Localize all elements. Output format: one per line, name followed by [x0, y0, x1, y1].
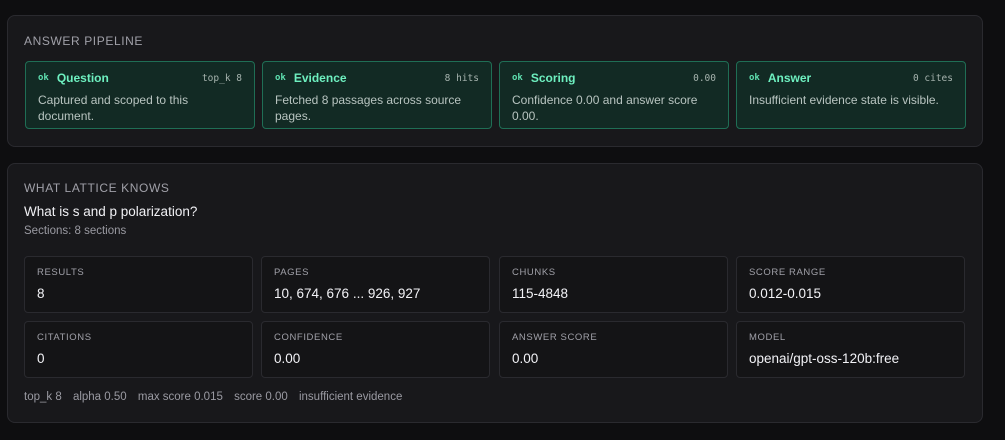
- stat-chunks: CHUNKS 115-4848: [499, 256, 728, 313]
- stat-value: openai/gpt-oss-120b:free: [749, 351, 900, 366]
- ok-status-icon: ok: [512, 73, 523, 83]
- stage-name: Answer: [767, 71, 812, 85]
- question-text: What is s and p polarization?: [24, 204, 198, 219]
- stat-value: 8: [37, 286, 45, 301]
- footer-alpha: alpha 0.50: [72, 391, 127, 403]
- stat-label: CITATIONS: [37, 332, 92, 343]
- pipeline-title: ANSWER PIPELINE: [24, 34, 144, 48]
- stage-scoring: ok Scoring 0.00 Confidence 0.00 and answ…: [499, 61, 729, 129]
- stat-model: MODEL openai/gpt-oss-120b:free: [736, 321, 965, 378]
- footer-status: insufficient evidence: [298, 391, 403, 403]
- stat-citations: CITATIONS 0: [24, 321, 253, 378]
- stage-name: Scoring: [530, 71, 576, 85]
- stat-value: 10, 674, 676 ... 926, 927: [274, 286, 421, 301]
- stage-meta: top_k 8: [201, 72, 242, 84]
- stage-description: Insufficient evidence state is visible.: [749, 93, 939, 107]
- stage-evidence: ok Evidence 8 hits Fetched 8 passages ac…: [262, 61, 492, 129]
- stage-description: Fetched 8 passages across source pages.: [275, 93, 462, 123]
- stage-description: Confidence 0.00 and answer score 0.00.: [512, 93, 698, 123]
- stat-label: MODEL: [749, 332, 786, 343]
- stat-label: SCORE RANGE: [749, 267, 826, 278]
- stat-score-range: SCORE RANGE 0.012-0.015: [736, 256, 965, 313]
- what-lattice-knows-panel: WHAT LATTICE KNOWS What is s and p polar…: [7, 163, 983, 423]
- stage-description: Captured and scoped to this document.: [38, 93, 189, 123]
- footer-score: score 0.00: [234, 391, 288, 403]
- stat-results: RESULTS 8: [24, 256, 253, 313]
- knows-title: WHAT LATTICE KNOWS: [24, 181, 170, 195]
- stage-name: Evidence: [293, 71, 347, 85]
- stat-value: 0.012-0.015: [749, 286, 822, 301]
- stat-value: 0: [37, 351, 45, 366]
- stage-meta: 0.00: [693, 72, 716, 84]
- ok-status-icon: ok: [275, 73, 286, 83]
- stat-value: 0.00: [274, 351, 301, 366]
- ok-status-icon: ok: [749, 73, 760, 83]
- stat-label: CONFIDENCE: [274, 332, 343, 343]
- stage-question: ok Question top_k 8 Captured and scoped …: [25, 61, 255, 129]
- stat-pages: PAGES 10, 674, 676 ... 926, 927: [261, 256, 490, 313]
- ok-status-icon: ok: [38, 73, 49, 83]
- footer-top-k: top_k 8: [24, 391, 62, 403]
- stat-value: 115-4848: [512, 286, 569, 301]
- stat-label: PAGES: [274, 267, 310, 278]
- stage-answer: ok Answer 0 cites Insufficient evidence …: [736, 61, 966, 129]
- stat-value: 0.00: [512, 351, 539, 366]
- stage-meta: 8 hits: [444, 72, 479, 84]
- stat-confidence: CONFIDENCE 0.00: [261, 321, 490, 378]
- sections-count: Sections: 8 sections: [24, 225, 127, 237]
- stage-name: Question: [56, 71, 109, 85]
- footer-max-score: max score 0.015: [137, 391, 223, 403]
- stage-meta: 0 cites: [912, 72, 953, 84]
- stat-answer-score: ANSWER SCORE 0.00: [499, 321, 728, 378]
- stat-label: RESULTS: [37, 267, 85, 278]
- retrieval-params-footer: top_k 8 alpha 0.50 max score 0.015 score…: [24, 391, 410, 403]
- answer-pipeline-panel: ANSWER PIPELINE ok Question top_k 8 Capt…: [7, 15, 983, 147]
- stat-label: ANSWER SCORE: [512, 332, 598, 343]
- stat-label: CHUNKS: [512, 267, 556, 278]
